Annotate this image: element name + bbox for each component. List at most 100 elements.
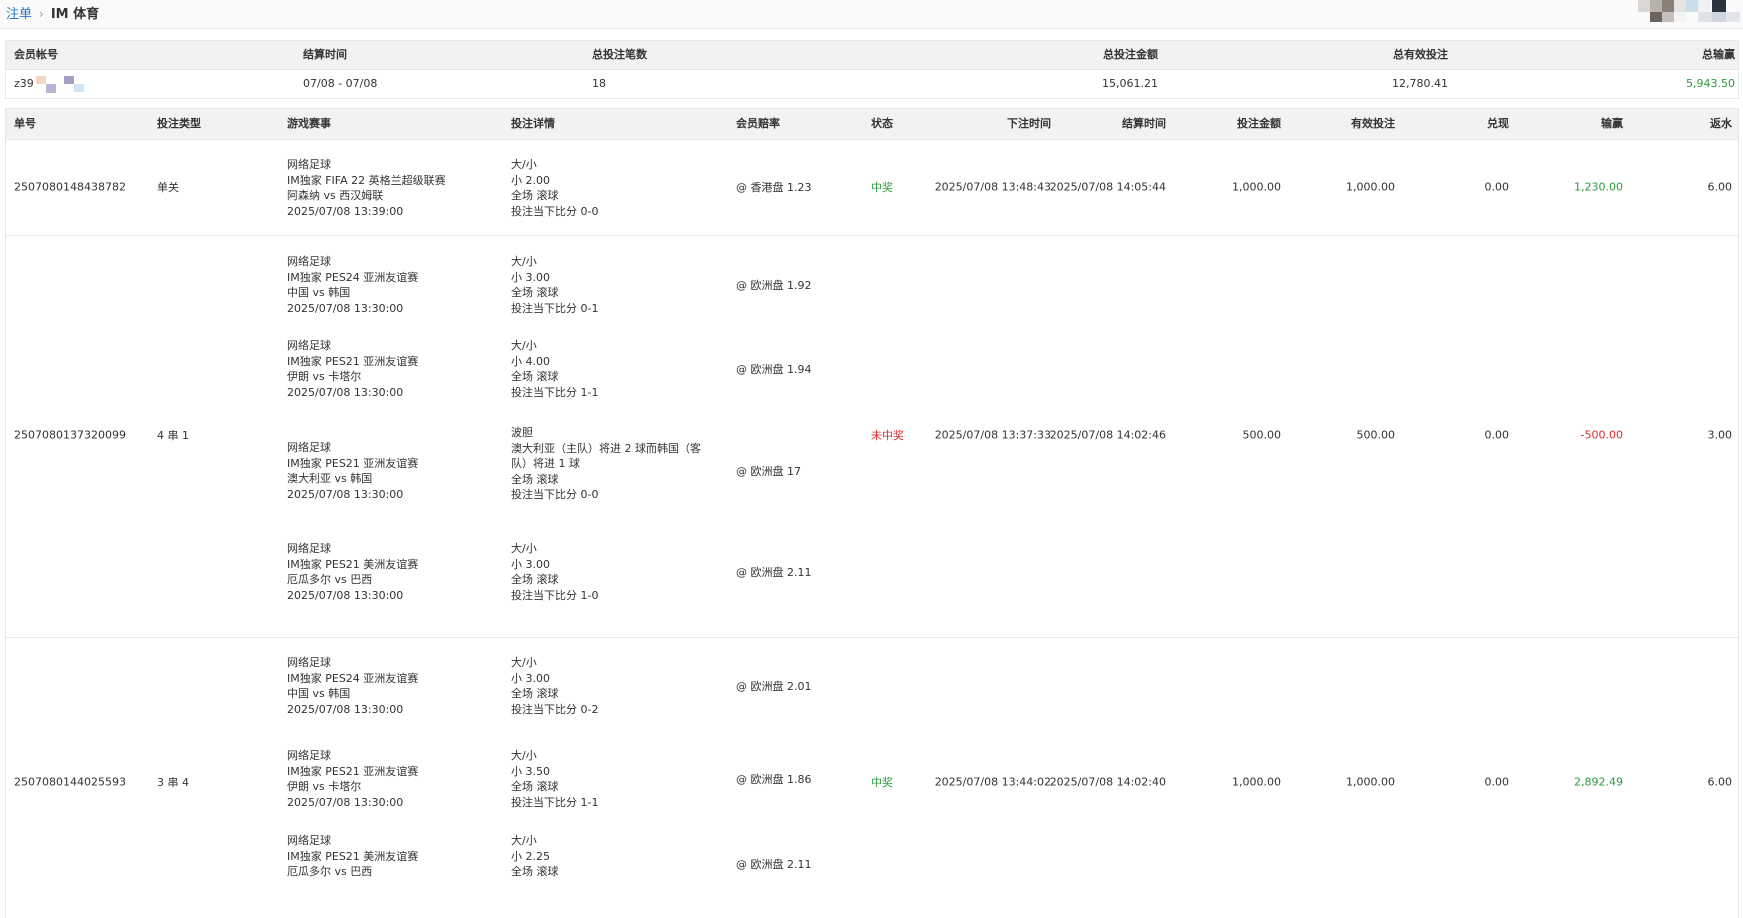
leg-market: 大/小 (511, 834, 537, 847)
user-avatar[interactable] (1638, 0, 1743, 24)
leg-odds: @ 欧洲盘 1.94 (736, 363, 812, 376)
summary-header-total-winloss: 总输赢 (1702, 48, 1735, 61)
leg-teams: 中国 vs 韩国 (287, 286, 351, 299)
leg-odds: @ 欧洲盘 1.92 (736, 279, 812, 292)
leg-score: 投注当下比分 1-1 (511, 795, 599, 809)
bet-rebate: 3.00 (1707, 428, 1733, 442)
bet-settle-time: 2025/07/08 14:02:46 (1049, 428, 1166, 442)
breadcrumb-root-link[interactable]: 注单 (6, 7, 32, 22)
col-winloss: 输赢 (1601, 117, 1623, 130)
leg-teams: 伊朗 vs 卡塔尔 (287, 780, 362, 793)
summary-header-total-valid: 总有效投注 (1393, 48, 1448, 61)
leg-league: IM独家 PES21 亚洲友谊赛 (287, 456, 419, 470)
col-cashout: 兑现 (1487, 117, 1509, 130)
leg-teams: 澳大利亚 vs 韩国 (287, 472, 373, 485)
bet-winloss: -500.00 (1580, 428, 1623, 442)
leg-scope: 全场 滚球 (511, 687, 559, 700)
bet-amount: 1,000.00 (1232, 775, 1281, 789)
summary-bet-count: 18 (592, 77, 606, 90)
col-rebate: 返水 (1710, 117, 1732, 130)
breadcrumb-current: IM 体育 (50, 7, 100, 22)
leg-selection: 小 3.00 (511, 671, 550, 685)
bet-settle-time: 2025/07/08 14:02:40 (1049, 775, 1166, 789)
breadcrumb: 注单 › IM 体育 (6, 3, 99, 22)
leg-market: 大/小 (511, 158, 537, 171)
summary-account: z39 (14, 70, 88, 98)
leg-bet-detail: 大/小 小 3.00 全场 滚球 投注当下比分 0-1 (511, 254, 701, 316)
bet-status: 未中奖 (871, 429, 904, 442)
leg-odds: @ 欧洲盘 17 (736, 465, 801, 478)
leg-match-info: 网络足球 IM独家 PES24 亚洲友谊赛 中国 vs 韩国 2025/07/0… (287, 655, 418, 717)
bet-winloss: 2,892.49 (1574, 775, 1623, 789)
summary-total-valid: 12,780.41 (1392, 77, 1448, 90)
leg-match-info: 网络足球 IM独家 PES21 美洲友谊赛 厄瓜多尔 vs 巴西 2025/07… (287, 541, 418, 603)
col-bet-type: 投注类型 (157, 117, 201, 130)
bet-rebate: 6.00 (1707, 775, 1733, 789)
leg-selection: 小 3.00 (511, 270, 550, 284)
bet-leg: 网络足球 IM独家 PES21 美洲友谊赛 厄瓜多尔 vs 巴西 2025/07… (6, 532, 1738, 637)
bet-valid: 1,000.00 (1346, 775, 1395, 789)
leg-sport: 网络足球 (287, 749, 331, 762)
leg-sport: 网络足球 (287, 656, 331, 669)
col-status: 状态 (871, 117, 893, 130)
bet-row: 2507080144025593 3 串 4 网络足球 IM独家 PES24 亚… (6, 638, 1738, 918)
leg-match-time: 2025/07/08 13:30:00 (287, 385, 404, 399)
leg-league: IM独家 PES24 亚洲友谊赛 (287, 270, 419, 284)
leg-odds: @ 欧洲盘 2.01 (736, 680, 812, 693)
leg-scope: 全场 滚球 (511, 865, 559, 878)
col-match: 游戏赛事 (287, 117, 331, 130)
col-settle-time: 结算时间 (1122, 117, 1166, 130)
leg-score: 投注当下比分 1-1 (511, 385, 599, 399)
summary-header-settle-time: 结算时间 (303, 48, 347, 61)
leg-match-info: 网络足球 IM独家 PES24 亚洲友谊赛 中国 vs 韩国 2025/07/0… (287, 254, 418, 316)
bet-time: 2025/07/08 13:48:43 (934, 180, 1051, 194)
leg-score: 投注当下比分 0-0 (511, 488, 599, 501)
summary-header-total-bet: 总投注金额 (1103, 48, 1158, 61)
leg-match-info: 网络足球 IM独家 PES21 亚洲友谊赛 澳大利亚 vs 韩国 2025/07… (287, 440, 418, 502)
leg-selection: 小 3.50 (511, 764, 550, 778)
leg-match-info: 网络足球 IM独家 PES21 亚洲友谊赛 伊朗 vs 卡塔尔 2025/07/… (287, 748, 418, 810)
leg-scope: 全场 滚球 (511, 472, 559, 486)
leg-league: IM独家 PES21 美洲友谊赛 (287, 849, 419, 863)
bet-time: 2025/07/08 13:44:02 (934, 775, 1051, 789)
bet-settle-time: 2025/07/08 14:05:44 (1049, 180, 1166, 194)
leg-league: IM独家 PES21 亚洲友谊赛 (287, 764, 419, 778)
summary-header-account: 会员帐号 (14, 48, 58, 61)
bet-amount: 500.00 (1242, 428, 1282, 442)
summary-header-bet-count: 总投注笔数 (592, 48, 647, 61)
leg-sport: 网络足球 (287, 255, 331, 268)
breadcrumb-separator: › (39, 7, 44, 21)
leg-bet-detail: 大/小 小 2.25 全场 滚球 (511, 833, 701, 880)
leg-match-info: 网络足球 IM独家 PES21 美洲友谊赛 厄瓜多尔 vs 巴西 (287, 833, 418, 880)
bet-valid: 1,000.00 (1346, 180, 1395, 194)
leg-selection: 小 3.00 (511, 557, 550, 571)
leg-selection: 小 4.00 (511, 354, 550, 368)
bet-amount: 1,000.00 (1232, 180, 1281, 194)
leg-market: 大/小 (511, 542, 537, 555)
leg-bet-detail: 大/小 小 4.00 全场 滚球 投注当下比分 1-1 (511, 338, 701, 400)
bet-winloss: 1,230.00 (1574, 180, 1623, 194)
leg-match-time: 2025/07/08 13:39:00 (287, 204, 404, 218)
summary-total-bet: 15,061.21 (1102, 77, 1158, 90)
leg-sport: 网络足球 (287, 441, 331, 454)
leg-bet-detail: 大/小 小 3.00 全场 滚球 投注当下比分 1-0 (511, 541, 701, 603)
leg-match-info: 网络足球 IM独家 FIFA 22 英格兰超级联赛 阿森纳 vs 西汉姆联 20… (287, 157, 446, 219)
leg-odds: @ 欧洲盘 2.11 (736, 566, 812, 579)
leg-score: 投注当下比分 1-0 (511, 588, 599, 602)
leg-score: 投注当下比分 0-2 (511, 702, 599, 716)
bet-leg: 网络足球 IM独家 PES21 亚洲友谊赛 伊朗 vs 卡塔尔 2025/07/… (6, 329, 1738, 422)
summary-header-row: 会员帐号 结算时间 总投注笔数 总投注金额 总有效投注 总输赢 (6, 41, 1738, 70)
leg-league: IM独家 PES24 亚洲友谊赛 (287, 671, 419, 685)
leg-teams: 伊朗 vs 卡塔尔 (287, 370, 362, 383)
leg-odds: @ 欧洲盘 1.86 (736, 773, 812, 786)
summary-table: 会员帐号 结算时间 总投注笔数 总投注金额 总有效投注 总输赢 z39 07/0… (5, 40, 1739, 99)
leg-odds: @ 欧洲盘 2.11 (736, 858, 812, 871)
bet-row: 2507080148438782 单关 网络足球 IM独家 FIFA 22 英格… (6, 140, 1738, 236)
leg-market: 大/小 (511, 255, 537, 268)
bet-status: 中奖 (871, 181, 893, 194)
bet-cashout: 0.00 (1484, 775, 1510, 789)
leg-sport: 网络足球 (287, 834, 331, 847)
leg-teams: 中国 vs 韩国 (287, 687, 351, 700)
col-amount: 投注金额 (1237, 117, 1281, 130)
leg-market: 波胆 (511, 426, 533, 439)
